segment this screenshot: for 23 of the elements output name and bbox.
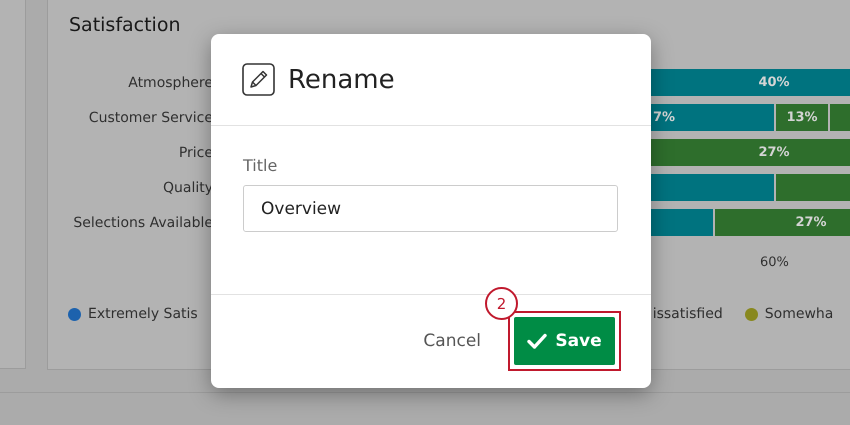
legend-label: Somewha [764, 306, 834, 322]
save-button[interactable]: Save [514, 317, 615, 365]
value-label: 7% [652, 110, 676, 125]
check-icon [527, 333, 548, 349]
title-field[interactable]: Overview [243, 185, 618, 232]
legend-label: issatisfied [652, 306, 723, 322]
category-label: Price [178, 144, 213, 160]
value-label: 13% [786, 110, 818, 125]
category-label: Customer Service [88, 110, 213, 126]
category-label: Selections Available [72, 214, 213, 230]
value-label: 27% [795, 215, 827, 230]
dialog-title: Rename [288, 64, 395, 94]
cancel-button[interactable]: Cancel [420, 327, 484, 355]
value-label: 27% [758, 145, 790, 160]
value-label: 40% [758, 75, 790, 90]
pencil-icon [242, 63, 275, 96]
step-number-badge: 2 [485, 287, 518, 320]
field-label: Title [243, 156, 278, 175]
category-label: Quality [162, 180, 213, 196]
chart-title: Satisfaction [69, 14, 182, 36]
category-label: Atmosphere [127, 74, 213, 90]
legend-label: Extremely Satis [88, 306, 198, 322]
axis-tick-label: 60% [760, 255, 789, 270]
